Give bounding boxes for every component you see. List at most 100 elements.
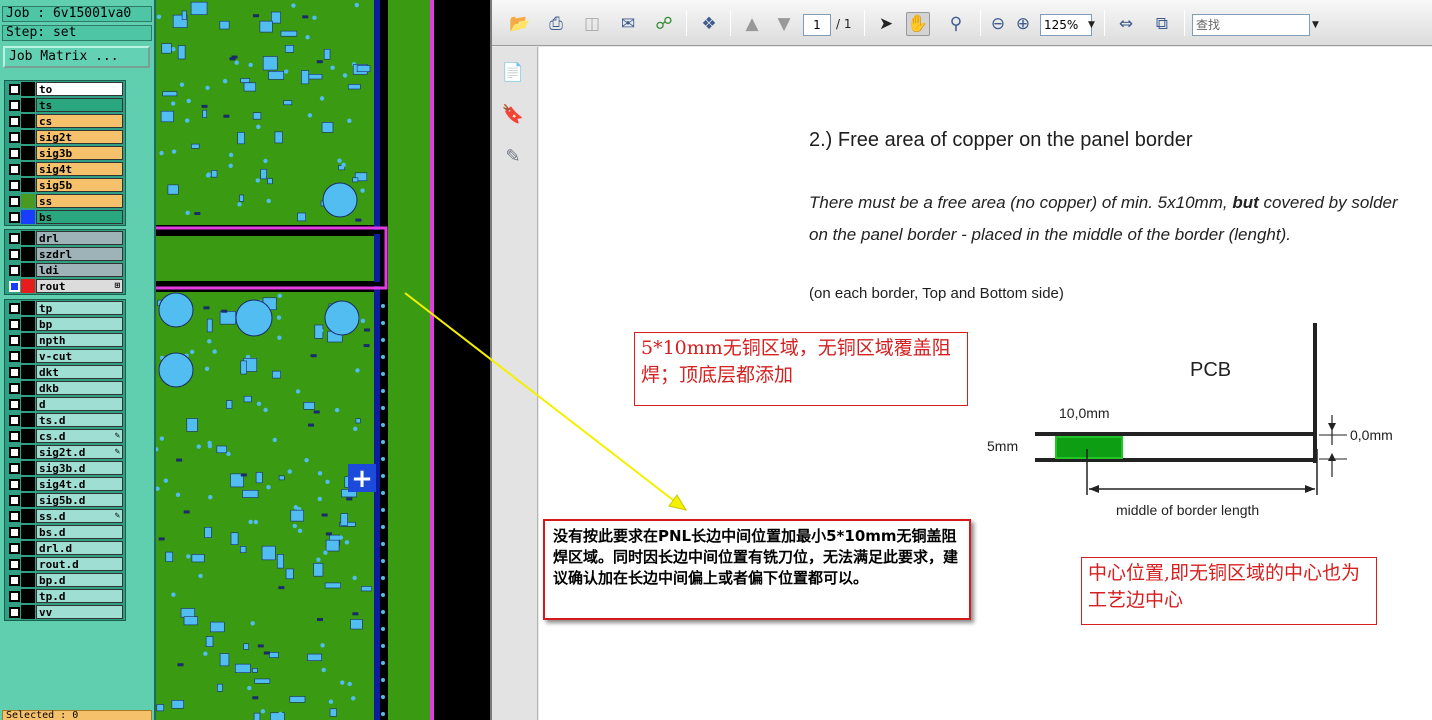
layer-name[interactable]: npth bbox=[36, 333, 123, 347]
layer-row[interactable]: sig3b.d bbox=[5, 460, 125, 476]
attach-icon[interactable]: ❖ bbox=[697, 12, 721, 36]
zoom-tool-icon[interactable]: ⚲ bbox=[944, 12, 968, 36]
layer-color-swatch[interactable] bbox=[21, 525, 35, 539]
layer-name[interactable]: bp.d bbox=[36, 573, 123, 587]
layer-row[interactable]: sig4t bbox=[5, 161, 125, 177]
layer-checkbox[interactable] bbox=[9, 366, 20, 378]
layer-color-swatch[interactable] bbox=[21, 493, 35, 507]
email-icon[interactable]: ✉ bbox=[616, 12, 640, 36]
layer-checkbox[interactable] bbox=[9, 558, 20, 570]
layer-checkbox[interactable] bbox=[9, 446, 20, 458]
zoom-level-select[interactable]: 125% bbox=[1040, 14, 1092, 36]
search-input[interactable]: 查找 bbox=[1192, 14, 1310, 36]
layer-row[interactable]: sig5b bbox=[5, 177, 125, 193]
layer-name[interactable]: tp.d bbox=[36, 589, 123, 603]
layer-name[interactable]: ts bbox=[36, 98, 123, 112]
layer-color-swatch[interactable] bbox=[21, 130, 35, 144]
layer-row[interactable]: szdrl bbox=[5, 246, 125, 262]
layer-name[interactable]: sig4t bbox=[36, 162, 123, 176]
layer-color-swatch[interactable] bbox=[21, 365, 35, 379]
layer-color-swatch[interactable] bbox=[21, 429, 35, 443]
layer-row[interactable]: ss.d ✎ bbox=[5, 508, 125, 524]
layer-color-swatch[interactable] bbox=[21, 461, 35, 475]
layer-checkbox[interactable] bbox=[9, 510, 20, 522]
layer-color-swatch[interactable] bbox=[21, 589, 35, 603]
layer-name[interactable]: vv bbox=[36, 605, 123, 619]
layer-row[interactable]: ts.d bbox=[5, 412, 125, 428]
layer-color-swatch[interactable] bbox=[21, 263, 35, 277]
layer-row[interactable]: rout.d bbox=[5, 556, 125, 572]
layer-name[interactable]: cs.d ✎ bbox=[36, 429, 123, 443]
layer-name[interactable]: rout ⊞ bbox=[36, 279, 123, 293]
layer-name[interactable]: sig5b bbox=[36, 178, 123, 192]
layer-checkbox[interactable] bbox=[9, 478, 20, 490]
layer-name[interactable]: ts.d bbox=[36, 413, 123, 427]
bookmarks-panel-icon[interactable]: 🔖 bbox=[501, 101, 525, 127]
print-icon[interactable]: ⎙ bbox=[544, 12, 568, 36]
layer-row[interactable]: ldi bbox=[5, 262, 125, 278]
layer-checkbox[interactable] bbox=[9, 334, 20, 346]
layer-color-swatch[interactable] bbox=[21, 605, 35, 619]
layer-name[interactable]: rout.d bbox=[36, 557, 123, 571]
layer-row[interactable]: bp bbox=[5, 316, 125, 332]
layer-name[interactable]: ldi bbox=[36, 263, 123, 277]
layer-row[interactable]: drl.d bbox=[5, 540, 125, 556]
layer-color-swatch[interactable] bbox=[21, 445, 35, 459]
layer-name[interactable]: sig3b bbox=[36, 146, 123, 160]
layer-checkbox[interactable] bbox=[9, 318, 20, 330]
layer-row[interactable]: bs bbox=[5, 209, 125, 225]
layer-name[interactable]: sig4t.d bbox=[36, 477, 123, 491]
pages-panel-icon[interactable]: 📄 bbox=[501, 59, 525, 85]
layer-row[interactable]: cs bbox=[5, 113, 125, 129]
layer-color-swatch[interactable] bbox=[21, 557, 35, 571]
layer-row[interactable]: sig4t.d bbox=[5, 476, 125, 492]
layer-row[interactable]: sig5b.d bbox=[5, 492, 125, 508]
next-page-icon[interactable]: ▼ bbox=[772, 12, 796, 36]
layer-checkbox[interactable] bbox=[9, 494, 20, 506]
layer-checkbox[interactable] bbox=[9, 526, 20, 538]
layer-checkbox[interactable] bbox=[9, 147, 20, 159]
layer-name[interactable]: dkt bbox=[36, 365, 123, 379]
layer-row[interactable]: d bbox=[5, 396, 125, 412]
signatures-panel-icon[interactable]: ✎ bbox=[501, 143, 525, 169]
layer-row[interactable]: vv bbox=[5, 604, 125, 620]
layer-checkbox[interactable] bbox=[9, 115, 20, 127]
layer-name[interactable]: ss.d ✎ bbox=[36, 509, 123, 523]
layer-checkbox[interactable] bbox=[9, 99, 20, 111]
open-icon[interactable]: 📂 bbox=[508, 12, 532, 36]
layer-name[interactable]: bp bbox=[36, 317, 123, 331]
layer-name[interactable]: szdrl bbox=[36, 247, 123, 261]
layer-checkbox[interactable] bbox=[9, 574, 20, 586]
layer-name[interactable]: bs bbox=[36, 210, 123, 224]
layer-row[interactable]: sig2t.d ✎ bbox=[5, 444, 125, 460]
search-dropdown-icon[interactable]: ▼ bbox=[1312, 20, 1319, 30]
layer-color-swatch[interactable] bbox=[21, 541, 35, 555]
layer-row[interactable]: ts bbox=[5, 97, 125, 113]
layer-color-swatch[interactable] bbox=[21, 82, 35, 96]
layer-color-swatch[interactable] bbox=[21, 573, 35, 587]
pcb-graphic-view[interactable]: + bbox=[156, 0, 490, 720]
layer-row[interactable]: rout ⊞ bbox=[5, 278, 125, 294]
layer-row[interactable]: ss bbox=[5, 193, 125, 209]
layer-color-swatch[interactable] bbox=[21, 98, 35, 112]
layer-checkbox[interactable] bbox=[9, 163, 20, 175]
layer-row[interactable]: cs.d ✎ bbox=[5, 428, 125, 444]
select-tool-icon[interactable]: ➤ bbox=[874, 12, 898, 36]
layer-color-swatch[interactable] bbox=[21, 210, 35, 224]
layer-color-swatch[interactable] bbox=[21, 146, 35, 160]
layer-checkbox[interactable] bbox=[9, 462, 20, 474]
layer-name[interactable]: sig2t bbox=[36, 130, 123, 144]
layer-row[interactable]: drl bbox=[5, 230, 125, 246]
zoom-out-icon[interactable]: ⊖ bbox=[986, 12, 1010, 36]
layer-row[interactable]: tp.d bbox=[5, 588, 125, 604]
layer-name[interactable]: sig5b.d bbox=[36, 493, 123, 507]
save-icon[interactable]: ◫ bbox=[580, 12, 604, 36]
layer-name[interactable]: ss bbox=[36, 194, 123, 208]
layer-checkbox[interactable] bbox=[9, 542, 20, 554]
fit-width-icon[interactable]: ⇔ bbox=[1114, 12, 1138, 36]
layer-row[interactable]: bp.d bbox=[5, 572, 125, 588]
layer-color-swatch[interactable] bbox=[21, 317, 35, 331]
layer-name[interactable]: dkb bbox=[36, 381, 123, 395]
layer-color-swatch[interactable] bbox=[21, 114, 35, 128]
layer-checkbox[interactable] bbox=[9, 606, 20, 618]
